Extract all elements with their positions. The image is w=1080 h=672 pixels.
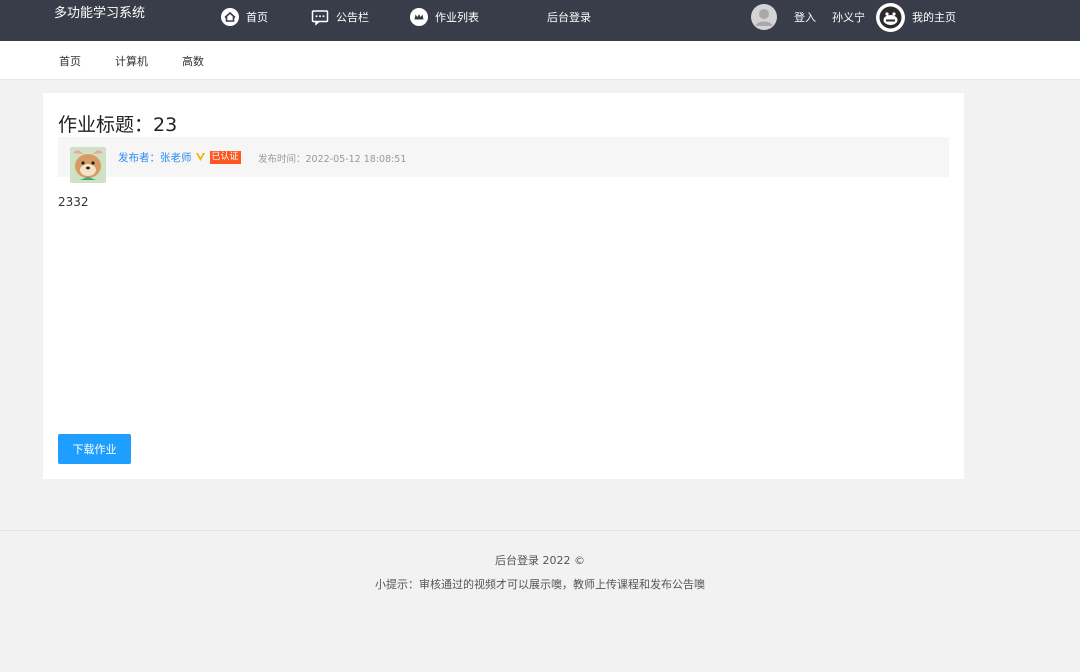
publish-time: 发布时间：2022-05-12 18:08:51 bbox=[258, 154, 407, 165]
assignment-title: 作业标题：23 bbox=[58, 114, 178, 136]
top-navbar: 多功能学习系统 首页 公告栏 作业列表 后台登录 登入 孙义宁 我的主页 bbox=[0, 0, 1080, 41]
home-icon bbox=[220, 7, 240, 27]
user-name[interactable]: 孙义宁 bbox=[832, 9, 865, 25]
assignment-content: 2332 bbox=[58, 195, 89, 209]
publisher-avatar[interactable] bbox=[70, 147, 106, 183]
nav-admin-login[interactable]: 后台登录 bbox=[547, 0, 591, 33]
site-logo[interactable]: 多功能学习系统 bbox=[54, 2, 145, 21]
nav-admin-label: 后台登录 bbox=[547, 10, 591, 24]
nav-homework-list[interactable]: 作业列表 bbox=[409, 0, 479, 33]
footer-tip: 小提示：审核通过的视频才可以展示噢，教师上传课程和发布公告噢 bbox=[375, 578, 705, 591]
category-nav: 首页 计算机 高数 bbox=[0, 41, 1080, 80]
nav-homework-label: 作业列表 bbox=[435, 10, 479, 24]
login-link[interactable]: 登入 bbox=[794, 9, 816, 25]
user-area: 登入 孙义宁 我的主页 bbox=[751, 0, 956, 34]
download-homework-button[interactable]: 下载作业 bbox=[58, 434, 131, 464]
nav-home-label: 首页 bbox=[246, 10, 268, 24]
default-avatar-icon[interactable] bbox=[751, 4, 777, 30]
footer: 后台登录 2022 © 小提示：审核通过的视频才可以展示噢，教师上传课程和发布公… bbox=[0, 530, 1080, 672]
nav-notice[interactable]: 公告栏 bbox=[310, 0, 369, 33]
publisher-info: 发布者：张老师 已认证 bbox=[118, 150, 241, 165]
chat-icon bbox=[310, 7, 330, 27]
nav-home[interactable]: 首页 bbox=[220, 0, 268, 33]
footer-copyright: 后台登录 2022 © bbox=[495, 554, 585, 567]
tab-home[interactable]: 首页 bbox=[59, 53, 81, 69]
assignment-meta: 发布者：张老师 已认证 发布时间：2022-05-12 18:08:51 bbox=[58, 137, 949, 183]
my-homepage-link[interactable]: 我的主页 bbox=[912, 9, 956, 25]
publisher-name[interactable]: 发布者：张老师 bbox=[118, 150, 192, 165]
vip-icon bbox=[195, 151, 206, 165]
verified-badge: 已认证 bbox=[209, 151, 241, 164]
gorilla-avatar-icon[interactable] bbox=[876, 2, 905, 32]
tab-math[interactable]: 高数 bbox=[182, 53, 204, 69]
assignment-card: 作业标题：23 发布者：张老师 已认证 发布时间：2022-05-12 18:0… bbox=[43, 93, 964, 479]
crown-icon bbox=[409, 7, 429, 27]
nav-notice-label: 公告栏 bbox=[336, 10, 369, 24]
tab-computer[interactable]: 计算机 bbox=[115, 53, 148, 69]
